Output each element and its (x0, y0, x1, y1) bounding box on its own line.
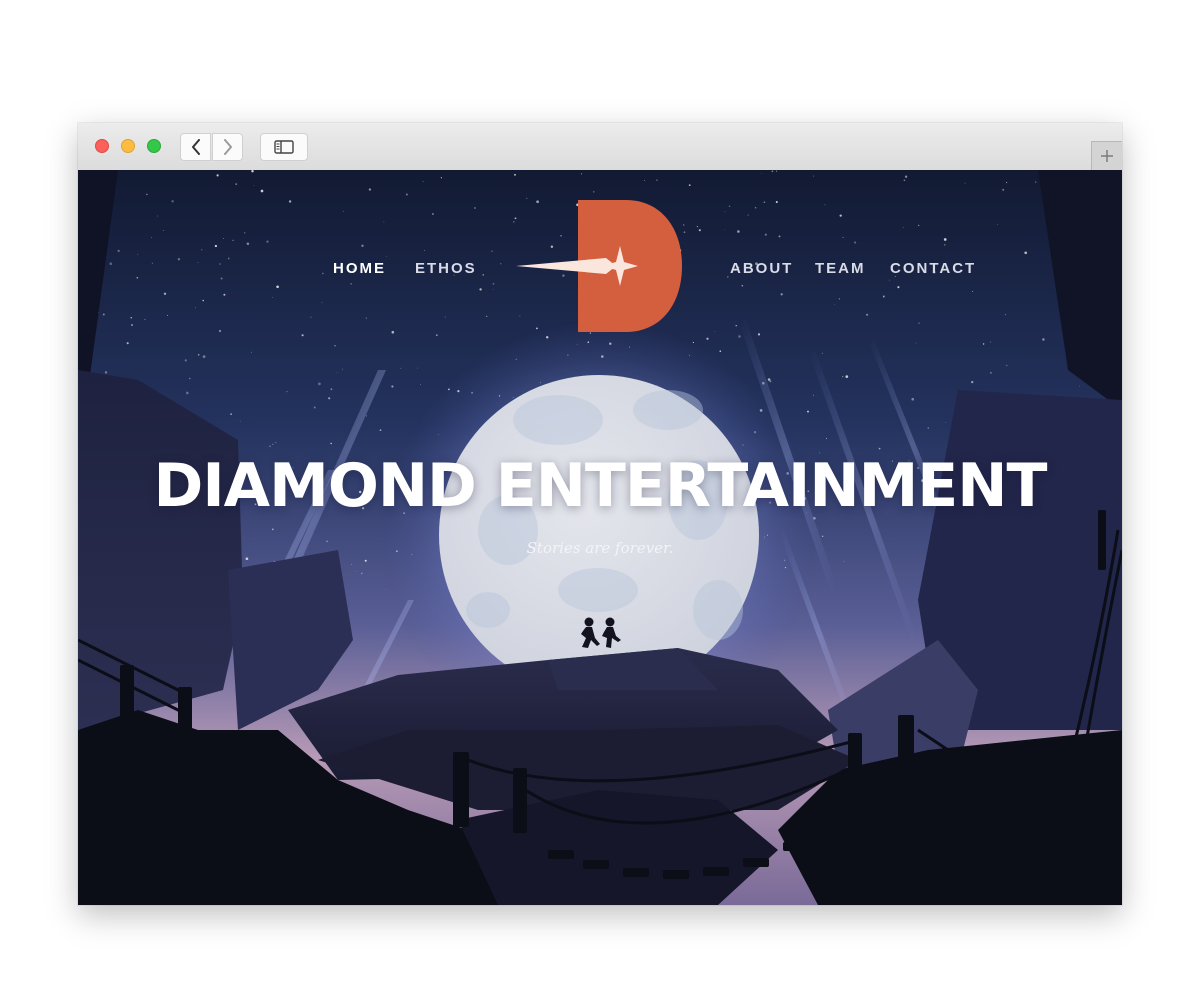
back-icon (191, 139, 200, 155)
plus-icon (1101, 150, 1113, 162)
sidebar-toggle-button[interactable] (260, 133, 308, 161)
browser-window: HOME ETHOS ABOUT TEAM CONTACT DIAMOND EN… (78, 123, 1122, 905)
close-button[interactable] (95, 139, 109, 153)
browser-toolbar (78, 123, 1122, 171)
forward-button[interactable] (212, 133, 243, 161)
hero-title: DIAMOND ENTERTAINMENT (153, 451, 1048, 521)
back-button[interactable] (180, 133, 211, 161)
new-tab-button[interactable] (1091, 141, 1122, 170)
nav-team[interactable]: TEAM (815, 260, 866, 277)
nav-home[interactable]: HOME (333, 260, 386, 277)
forward-icon (223, 139, 232, 155)
web-page: HOME ETHOS ABOUT TEAM CONTACT DIAMOND EN… (78, 170, 1122, 905)
hero-tagline: Stories are forever. (526, 539, 674, 557)
nav-ethos[interactable]: ETHOS (415, 260, 477, 277)
sidebar-icon (274, 140, 294, 154)
diamond-logo-icon[interactable] (516, 198, 686, 338)
minimize-button[interactable] (121, 139, 135, 153)
nav-about[interactable]: ABOUT (730, 260, 793, 277)
maximize-button[interactable] (147, 139, 161, 153)
nav-contact[interactable]: CONTACT (890, 260, 976, 277)
